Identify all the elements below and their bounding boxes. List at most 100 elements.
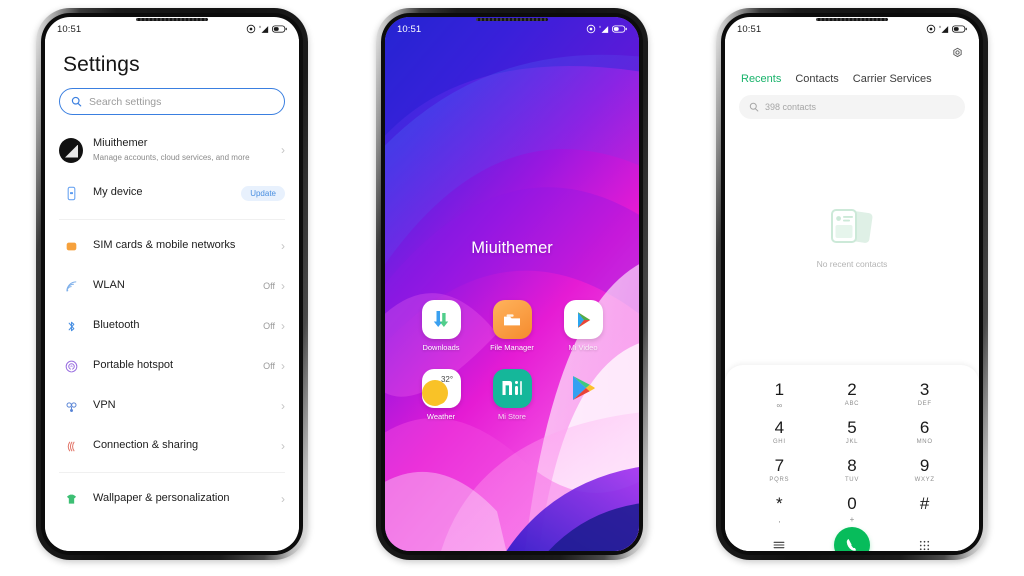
- account-name: Miuithemer: [93, 137, 148, 150]
- mi-video-icon: [563, 300, 603, 339]
- update-badge[interactable]: Update: [241, 185, 285, 201]
- chevron-right-icon: ›: [281, 399, 285, 413]
- settings-row-wallpaper[interactable]: Wallpaper & personalization ›: [45, 479, 299, 519]
- contact-cards-illustration: [831, 209, 873, 243]
- status-clock: 10:51: [397, 23, 422, 35]
- app-weather[interactable]: 32° Weather: [415, 368, 467, 422]
- home-widget-title: Miuithemer: [471, 239, 553, 257]
- row-value: Off: [263, 281, 275, 291]
- alarm-icon: [246, 24, 256, 34]
- key-hash[interactable]: #: [888, 491, 961, 524]
- hotspot-icon: [59, 359, 83, 374]
- status-clock: 10:51: [57, 23, 82, 35]
- keypad: 1 ∞ 2 ABC 3 DEF 4 GHI 5 JKL 6 MNO 7 PQRS…: [725, 365, 979, 551]
- list-divider: [59, 219, 285, 220]
- alarm-icon: [926, 24, 936, 34]
- tshirt-icon: [59, 492, 83, 507]
- key-digit: 2: [847, 380, 857, 399]
- search-input[interactable]: Search settings: [59, 88, 285, 115]
- settings-row-vpn[interactable]: VPN ›: [45, 386, 299, 426]
- connection-sharing-icon: [59, 439, 83, 454]
- contacts-search-input[interactable]: 398 contacts: [739, 95, 965, 119]
- settings-row-sim-cards[interactable]: SIM cards & mobile networks ›: [45, 226, 299, 266]
- key-6[interactable]: 6 MNO: [888, 415, 961, 448]
- key-star[interactable]: * ,: [743, 491, 816, 524]
- key-sublabel: TUV: [844, 477, 860, 483]
- search-icon: [71, 96, 82, 107]
- battery-icon: [952, 25, 967, 33]
- app-row: Downloads File Manager Mi Video: [415, 300, 609, 353]
- gear-icon[interactable]: [950, 45, 965, 65]
- chevron-right-icon: ›: [281, 439, 285, 453]
- key-sublabel: JKL: [845, 439, 859, 445]
- row-label: Bluetooth: [93, 319, 140, 332]
- app-file-manager[interactable]: File Manager: [486, 300, 538, 353]
- dialer-app: Recents Contacts Carrier Services 398 co…: [725, 39, 979, 551]
- earpiece-speaker: [136, 18, 208, 21]
- key-8[interactable]: 8 TUV: [816, 453, 889, 486]
- tab-contacts[interactable]: Contacts: [795, 73, 838, 85]
- key-2[interactable]: 2 ABC: [816, 377, 889, 410]
- key-1[interactable]: 1 ∞: [743, 377, 816, 410]
- key-sublabel: [888, 515, 961, 522]
- row-label: Portable hotspot: [93, 359, 174, 372]
- chevron-right-icon: ›: [281, 359, 285, 373]
- settings-row-my-device[interactable]: My device Update: [45, 173, 299, 213]
- key-sublabel: ,: [778, 515, 781, 524]
- key-5[interactable]: 5 JKL: [816, 415, 889, 448]
- status-icons: [246, 24, 287, 34]
- sim-card-icon: [59, 239, 83, 254]
- battery-icon: [272, 25, 287, 33]
- tab-carrier-services[interactable]: Carrier Services: [853, 73, 932, 85]
- search-placeholder: Search settings: [89, 95, 162, 108]
- chevron-right-icon: ›: [281, 492, 285, 506]
- svg-text:32°: 32°: [440, 375, 452, 384]
- phone-dialer: 10:51 Recents Contacts Carrier Services …: [716, 8, 988, 560]
- keypad-grid: 1 ∞ 2 ABC 3 DEF 4 GHI 5 JKL 6 MNO 7 PQRS…: [743, 377, 961, 524]
- key-sublabel: WXYZ: [914, 477, 935, 483]
- key-7[interactable]: 7 PQRS: [743, 453, 816, 486]
- settings-row-account[interactable]: Miuithemer Manage accounts, cloud servic…: [45, 127, 299, 173]
- signal-icon: [939, 25, 949, 33]
- toolbar: [725, 39, 979, 65]
- settings-row-hotspot[interactable]: Portable hotspot Off ›: [45, 346, 299, 386]
- play-store-icon: [564, 369, 603, 408]
- phone-bezel: 10:51: [721, 13, 983, 555]
- app-icon-grid: Downloads File Manager Mi Video 32° Weat…: [385, 300, 639, 421]
- app-play-store[interactable]: [557, 369, 609, 422]
- key-9[interactable]: 9 WXYZ: [888, 453, 961, 486]
- app-downloads[interactable]: Downloads: [415, 300, 467, 353]
- call-button[interactable]: [833, 527, 870, 551]
- app-mi-store[interactable]: Mi Store: [486, 368, 538, 422]
- dialpad-icon[interactable]: [917, 538, 932, 552]
- row-label: SIM cards & mobile networks: [93, 239, 236, 252]
- keypad-actions: [743, 527, 961, 551]
- key-4[interactable]: 4 GHI: [743, 415, 816, 448]
- key-sublabel: DEF: [917, 401, 932, 407]
- empty-state-text: No recent contacts: [816, 259, 888, 269]
- settings-row-connection-sharing[interactable]: Connection & sharing ›: [45, 426, 299, 466]
- row-label: VPN: [93, 399, 116, 412]
- key-digit: 5: [847, 418, 857, 437]
- earpiece-speaker: [816, 18, 888, 21]
- key-0[interactable]: 0 +: [816, 491, 889, 524]
- tab-recents[interactable]: Recents: [741, 73, 781, 85]
- status-icons: [926, 24, 967, 34]
- phone-settings: 10:51 Settings Search settings Miuitheme…: [36, 8, 308, 560]
- account-subtitle: Manage accounts, cloud services, and mor…: [93, 153, 250, 163]
- app-mi-video[interactable]: Mi Video: [557, 300, 609, 353]
- key-digit: 0: [847, 494, 857, 513]
- key-sublabel: MNO: [916, 439, 933, 445]
- bluetooth-icon: [59, 319, 83, 334]
- key-digit: 3: [919, 380, 930, 399]
- key-digit: 7: [774, 456, 785, 475]
- row-label: Connection & sharing: [93, 439, 199, 452]
- phone-device-icon: [59, 186, 83, 201]
- phone-bezel: 10:51: [41, 13, 303, 555]
- settings-row-wlan[interactable]: WLAN Off ›: [45, 266, 299, 306]
- key-3[interactable]: 3 DEF: [888, 377, 961, 410]
- menu-icon[interactable]: [771, 537, 787, 551]
- app-label: File Manager: [490, 343, 534, 352]
- settings-row-bluetooth[interactable]: Bluetooth Off ›: [45, 306, 299, 346]
- user-avatar: [59, 137, 83, 163]
